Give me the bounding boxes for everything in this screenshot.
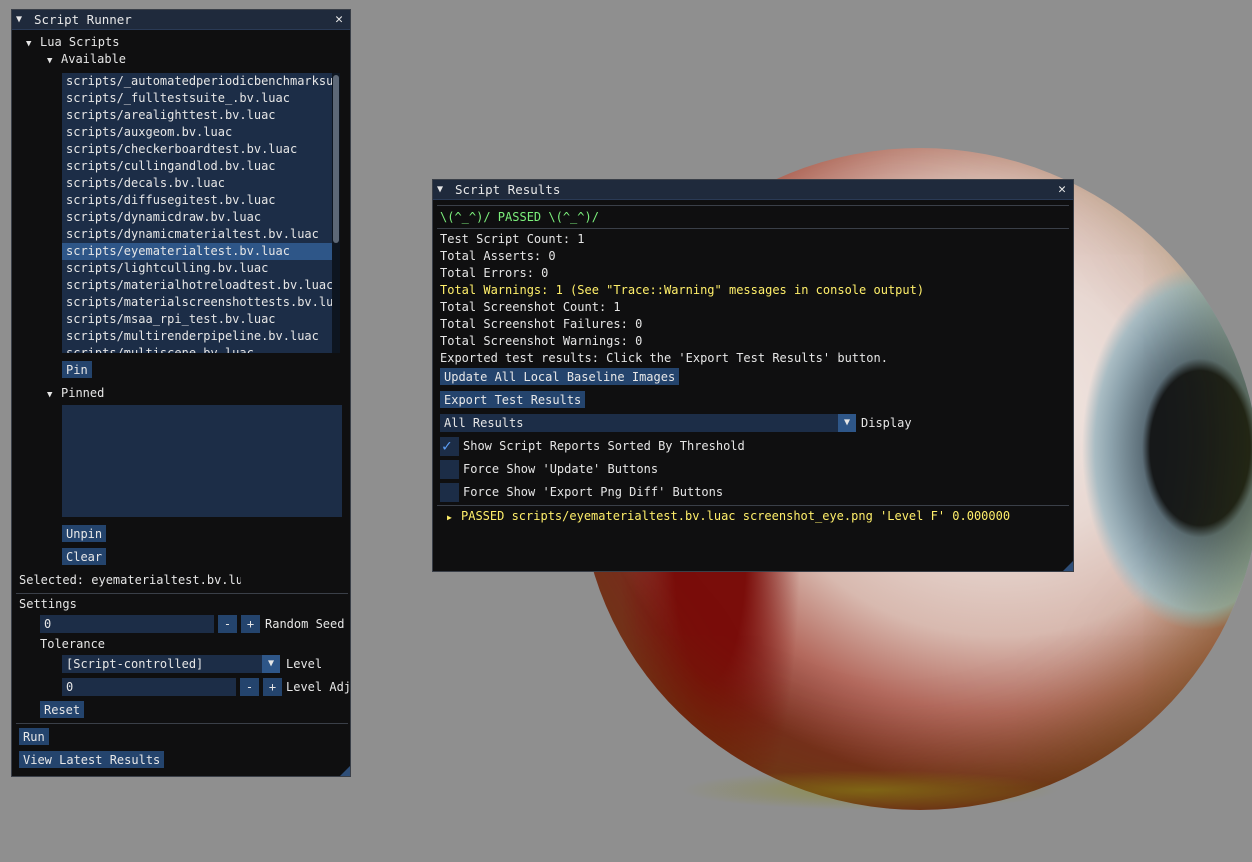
window-title: Script Runner [34,12,132,27]
script-list-item[interactable]: scripts/materialscreenshottests.bv.lua [62,294,340,311]
level-label: Level [286,657,323,671]
collapse-icon[interactable]: ▼ [16,14,28,25]
script-list-item[interactable]: scripts/auxgeom.bv.luac [62,124,340,141]
scripts-scrollbar[interactable] [332,73,340,353]
script-list-item[interactable]: scripts/decals.bv.luac [62,175,340,192]
sorted-by-threshold-checkbox[interactable]: ✓ [440,436,459,456]
resize-grip[interactable] [340,766,350,776]
collapse-icon[interactable]: ▼ [437,184,449,195]
script-list-item[interactable]: scripts/diffusegitest.bv.luac [62,192,340,209]
total-warnings: Total Warnings: 1 (See "Trace::Warning" … [440,283,925,297]
divider [16,723,348,724]
close-icon[interactable]: ✕ [332,12,346,27]
level-adj-input[interactable]: 0 [62,678,236,696]
tree-node-available[interactable]: ▼ Available [47,52,126,66]
script-list-item[interactable]: scripts/materialhotreloadtest.bv.luac [62,277,340,294]
divider [437,505,1069,506]
script-list-item[interactable]: scripts/eyematerialtest.bv.luac [62,243,340,260]
script-list-item[interactable]: scripts/msaa_rpi_test.bv.luac [62,311,340,328]
selected-script-text: Selected: eyematerialtest.bv.lua [19,573,241,587]
script-list-item[interactable]: scripts/multirenderpipeline.bv.luac [62,328,340,345]
total-errors: Total Errors: 0 [440,266,549,280]
display-combo[interactable]: All Results [440,414,840,432]
exported-results-text: Exported test results: Click the 'Export… [440,351,888,365]
chevron-down-icon[interactable]: ▼ [262,655,280,673]
pinned-scripts-list[interactable] [62,405,342,517]
level-adj-label: Level Adj [286,680,352,694]
random-seed-input[interactable]: 0 [40,615,214,633]
script-list-item[interactable]: scripts/checkerboardtest.bv.luac [62,141,340,158]
level-adj-decrement-button[interactable]: - [240,678,259,696]
script-list-item[interactable]: scripts/arealighttest.bv.luac [62,107,340,124]
close-icon[interactable]: ✕ [1055,182,1069,197]
passed-status: \(^_^)/ PASSED \(^_^)/ [440,210,599,224]
level-combo[interactable]: [Script-controlled] [62,655,264,673]
triangle-down-icon: ▼ [26,39,32,49]
run-button[interactable]: Run [19,728,49,745]
divider [437,205,1069,206]
divider [437,228,1069,229]
screenshot-failures: Total Screenshot Failures: 0 [440,317,643,331]
force-png-diff-label: Force Show 'Export Png Diff' Buttons [463,485,724,499]
script-list-item[interactable]: scripts/lightculling.bv.luac [62,260,340,277]
random-seed-label: Random Seed [265,617,345,631]
triangle-right-icon: ▶ [447,513,452,522]
random-seed-increment-button[interactable]: + [241,615,260,633]
random-seed-decrement-button[interactable]: - [218,615,237,633]
sorted-by-threshold-label: Show Script Reports Sorted By Threshold [463,439,745,453]
total-asserts: Total Asserts: 0 [440,249,556,263]
export-test-results-button[interactable]: Export Test Results [440,391,586,408]
level-adj-increment-button[interactable]: + [263,678,282,696]
divider [16,593,348,594]
eyeball-shadow [680,770,1060,810]
script-runner-window: ▼ Script Runner ✕ ▼ Lua Scripts ▼ Availabl… [11,9,351,777]
display-label: Display [861,416,912,430]
view-latest-results-button[interactable]: View Latest Results [19,751,165,768]
screenshot-count: Total Screenshot Count: 1 [440,300,621,314]
script-runner-titlebar[interactable]: ▼ Script Runner ✕ [12,10,350,30]
script-list-item[interactable]: scripts/dynamicmaterialtest.bv.luac [62,226,340,243]
screenshot-warnings: Total Screenshot Warnings: 0 [440,334,643,348]
script-list-item[interactable]: scripts/cullingandlod.bv.luac [62,158,340,175]
tolerance-label: Tolerance [40,637,106,651]
script-list-item[interactable]: scripts/_fulltestsuite_.bv.luac [62,90,340,107]
force-png-diff-checkbox[interactable] [440,483,459,502]
settings-header: Settings [19,597,77,611]
script-report-item[interactable]: ▶ PASSED scripts/eyematerialtest.bv.luac … [447,509,1010,523]
clear-button[interactable]: Clear [62,548,107,565]
test-script-count: Test Script Count: 1 [440,232,585,246]
chevron-down-icon[interactable]: ▼ [838,414,856,432]
triangle-down-icon: ▼ [47,390,53,400]
script-results-titlebar[interactable]: ▼ Script Results ✕ [433,180,1073,200]
script-results-window: ▼ Script Results ✕ \(^_^)/ PASSED \(^_^)… [432,179,1074,572]
scrollbar-thumb[interactable] [333,75,339,243]
triangle-down-icon: ▼ [47,56,53,66]
window-title: Script Results [455,182,561,197]
force-update-buttons-checkbox[interactable] [440,460,459,479]
script-list-item[interactable]: scripts/multiscene.bv.luac [62,345,340,353]
checkmark-icon: ✓ [442,436,452,455]
update-baseline-images-button[interactable]: Update All Local Baseline Images [440,368,680,385]
script-list-item[interactable]: scripts/dynamicdraw.bv.luac [62,209,340,226]
reset-button[interactable]: Reset [40,701,85,718]
resize-grip[interactable] [1063,561,1073,571]
available-scripts-list[interactable]: scripts/_automatedperiodicbenchmarksu scr… [62,73,340,353]
force-update-buttons-label: Force Show 'Update' Buttons [463,462,659,476]
tree-node-lua-scripts[interactable]: ▼ Lua Scripts [26,35,119,49]
unpin-button[interactable]: Unpin [62,525,107,542]
tree-node-pinned[interactable]: ▼ Pinned [47,386,104,400]
pin-button[interactable]: Pin [62,361,92,378]
script-list-item[interactable]: scripts/_automatedperiodicbenchmarksu [62,73,340,90]
